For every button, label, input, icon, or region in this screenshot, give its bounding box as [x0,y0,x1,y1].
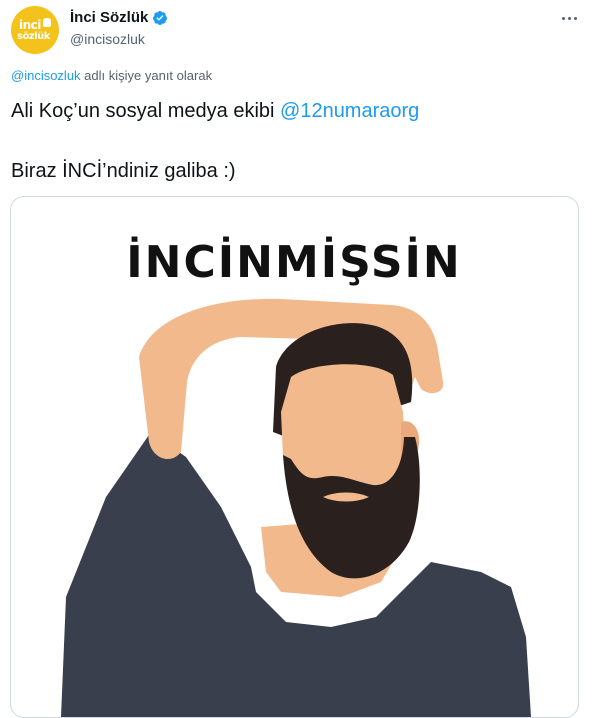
more-dot [567,16,571,20]
tweet-text-line2: Biraz İNCİ’ndiniz galiba :) [11,160,236,182]
account-avatar[interactable]: inci sözlük [11,6,59,54]
more-dot [561,16,565,20]
avatar-text-bottom: sözlük [17,31,50,42]
tweet-media-image[interactable]: İNCİNMİŞSİN [10,196,579,718]
reply-context-handle[interactable]: @incisozluk [11,68,81,83]
reply-context: @incisozluk adlı kişiye yanıt olarak [11,68,212,83]
avatar-text-top: inci [19,18,41,32]
account-handle[interactable]: @incisozluk [70,31,145,47]
tooth-icon [43,18,51,27]
illustration: İNCİNMİŞSİN [61,235,531,717]
more-dot [573,16,577,20]
tweet-mention-link[interactable]: @12numaraorg [280,100,419,122]
tweet-text-line1: Ali Koç’un sosyal medya ekibi @12numarao… [11,100,419,123]
verified-badge-icon [153,10,168,25]
reply-context-text: adlı kişiye yanıt olarak [80,68,213,83]
more-options-icon[interactable] [557,8,581,28]
media-caption: İNCİNMİŞSİN [126,235,461,288]
tweet-text: Ali Koç’un sosyal medya ekibi [11,100,281,122]
tweet-header: inci sözlük İnci Sözlük @incisozluk [0,0,593,60]
account-name-row[interactable]: İnci Sözlük [70,9,168,26]
account-name[interactable]: İnci Sözlük [70,9,148,26]
